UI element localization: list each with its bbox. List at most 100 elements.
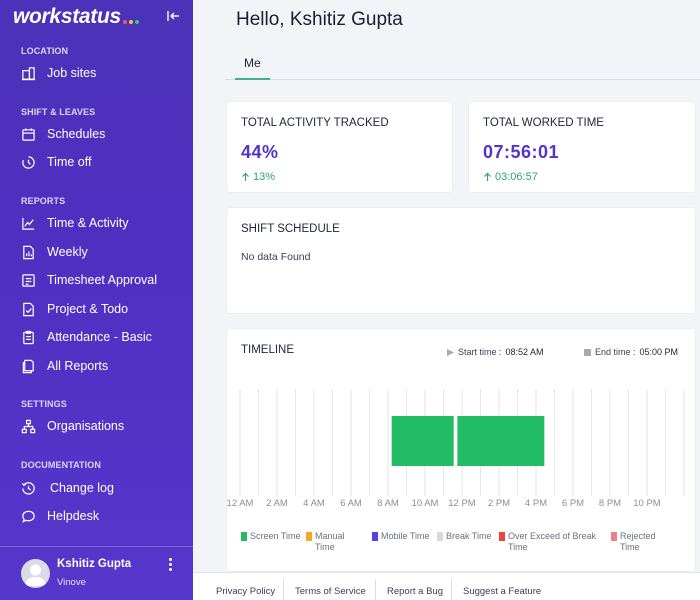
timeline-start: Start time :08:52 AM bbox=[447, 347, 544, 357]
end-time-value: 05:00 PM bbox=[639, 347, 679, 357]
legend-swatch bbox=[437, 532, 443, 541]
worked-time-card: TOTAL WORKED TIME 07:56:01 03:06:57 bbox=[468, 101, 696, 193]
timeline-card: TIMELINE Start time :08:52 AM End time :… bbox=[226, 328, 696, 572]
timeline-chart: 12 AM 2 AM 4 AM 6 AM 8 AM 10 AM 12 PM 2 PM 4 PM 6… bbox=[227, 389, 685, 509]
building-icon bbox=[20, 65, 36, 81]
legend-swatch bbox=[499, 532, 505, 541]
line-chart-icon bbox=[20, 215, 36, 231]
timer-icon bbox=[20, 154, 36, 170]
tab-me[interactable]: Me bbox=[235, 50, 270, 80]
x-tick-label: 10 AM bbox=[412, 498, 439, 509]
collapse-sidebar-icon[interactable] bbox=[165, 8, 181, 24]
legend-label: Mobile Time bbox=[381, 531, 430, 541]
sidebar-item-label: Attendance - Basic bbox=[47, 330, 152, 344]
activity-delta-value: 13% bbox=[253, 171, 276, 183]
legend-swatch bbox=[306, 532, 312, 541]
sidebar-item-label: Organisations bbox=[47, 419, 125, 433]
section-title-shift-leaves: SHIFT & LEAVES bbox=[21, 107, 96, 117]
sidebar-item-label: Project & Todo bbox=[47, 302, 129, 316]
legend-item: Mobile Time bbox=[372, 531, 432, 542]
section-title-reports: REPORTS bbox=[21, 196, 66, 206]
sidebar-item-attendance-basic[interactable]: Attendance - Basic bbox=[20, 326, 186, 348]
legend-item: Manual Time bbox=[306, 531, 366, 553]
x-tick-label: 4 AM bbox=[303, 498, 325, 509]
report-bug-link[interactable]: Report a Bug bbox=[387, 586, 443, 597]
worked-time-delta: 03:06:57 bbox=[483, 171, 538, 183]
legend-item: Break Time bbox=[437, 531, 497, 542]
worked-time-title: TOTAL WORKED TIME bbox=[483, 117, 604, 129]
sidebar-item-timesheet-approval[interactable]: Timesheet Approval bbox=[20, 269, 186, 291]
terms-of-service-link[interactable]: Terms of Service bbox=[295, 586, 366, 597]
activity-delta: 13% bbox=[241, 171, 275, 183]
timeline-end: End time :05:00 PM bbox=[584, 347, 678, 357]
checklist-icon bbox=[20, 301, 36, 317]
timeline-title: TIMELINE bbox=[241, 344, 295, 356]
sidebar-item-all-reports[interactable]: All Reports bbox=[20, 355, 186, 377]
x-tick-label: 12 PM bbox=[448, 498, 476, 509]
timesheet-icon bbox=[20, 272, 36, 288]
history-icon bbox=[20, 480, 36, 496]
sidebar-item-label: Weekly bbox=[47, 245, 88, 259]
sidebar-item-weekly[interactable]: Weekly bbox=[20, 241, 186, 263]
x-tick-label: 2 AM bbox=[266, 498, 288, 509]
legend-swatch bbox=[241, 532, 247, 541]
legend-swatch bbox=[611, 532, 617, 541]
sidebar-item-time-activity[interactable]: Time & Activity bbox=[20, 212, 186, 234]
shift-schedule-card: SHIFT SCHEDULE No data Found bbox=[226, 207, 696, 314]
section-title-documentation: DOCUMENTATION bbox=[21, 460, 101, 470]
clipboard-icon bbox=[20, 329, 36, 345]
sidebar-item-schedules[interactable]: Schedules bbox=[20, 123, 186, 145]
sidebar-item-label: Timesheet Approval bbox=[47, 273, 158, 287]
page-greeting: Hello, Kshitiz Gupta bbox=[236, 9, 403, 30]
play-icon bbox=[447, 348, 454, 356]
privacy-policy-link[interactable]: Privacy Policy bbox=[216, 586, 275, 597]
footer-divider bbox=[283, 579, 284, 600]
x-tick-label: 2 PM bbox=[488, 498, 510, 509]
legend-label: Rejected Time bbox=[620, 531, 656, 552]
x-tick-label: 10 PM bbox=[633, 498, 661, 509]
sidebar-item-job-sites[interactable]: Job sites bbox=[20, 62, 186, 84]
x-tick-label: 4 PM bbox=[525, 498, 547, 509]
avatar[interactable] bbox=[21, 559, 50, 588]
shift-schedule-title: SHIFT SCHEDULE bbox=[241, 223, 340, 235]
x-tick-label: 6 PM bbox=[562, 498, 584, 509]
sidebar-item-label: Schedules bbox=[47, 127, 106, 141]
legend-item: Screen Time bbox=[241, 531, 301, 542]
sidebar-item-label: Helpdesk bbox=[47, 509, 100, 523]
brand-logo[interactable]: workstatus bbox=[13, 4, 139, 30]
x-tick-label: 8 PM bbox=[599, 498, 621, 509]
arrow-up-icon bbox=[242, 172, 249, 181]
user-profile[interactable]: Kshitiz Gupta Vinove bbox=[0, 546, 193, 600]
timeline-segment[interactable] bbox=[457, 416, 545, 466]
sidebar-item-label: Time off bbox=[47, 155, 92, 169]
legend-item: Over Exceed of Break Time bbox=[499, 531, 599, 553]
section-title-settings: SETTINGS bbox=[21, 399, 67, 409]
org-icon bbox=[20, 418, 36, 434]
sidebar-item-organisations[interactable]: Organisations bbox=[20, 415, 186, 437]
legend-swatch bbox=[372, 532, 378, 541]
x-tick-label: 8 AM bbox=[377, 498, 399, 509]
chat-icon bbox=[20, 508, 36, 524]
sidebar-item-helpdesk[interactable]: Helpdesk bbox=[20, 505, 186, 527]
worked-time-delta-value: 03:06:57 bbox=[495, 171, 538, 183]
arrow-up-icon bbox=[484, 172, 491, 181]
calendar-icon bbox=[20, 126, 36, 142]
activity-title: TOTAL ACTIVITY TRACKED bbox=[241, 117, 389, 129]
stop-icon bbox=[584, 348, 591, 356]
section-title-location: LOCATION bbox=[21, 46, 69, 56]
sidebar-item-label: Time & Activity bbox=[47, 216, 129, 230]
sidebar-item-label: All Reports bbox=[47, 359, 109, 373]
worked-time-value: 07:56:01 bbox=[483, 142, 560, 162]
legend-item: Rejected Time bbox=[611, 531, 671, 553]
x-tick-label: 6 AM bbox=[340, 498, 362, 509]
legend-label: Screen Time bbox=[250, 531, 301, 541]
activity-value: 44% bbox=[241, 142, 279, 162]
sidebar-item-change-log[interactable]: Change log bbox=[20, 477, 186, 499]
legend-label: Break Time bbox=[446, 531, 492, 541]
sidebar-item-time-off[interactable]: Time off bbox=[20, 151, 186, 173]
legend-label: Manual Time bbox=[315, 531, 345, 552]
timeline-segment[interactable] bbox=[391, 416, 454, 466]
more-options-icon[interactable] bbox=[165, 557, 175, 573]
sidebar-item-project-todo[interactable]: Project & Todo bbox=[20, 298, 186, 320]
suggest-feature-link[interactable]: Suggest a Feature bbox=[463, 586, 541, 597]
